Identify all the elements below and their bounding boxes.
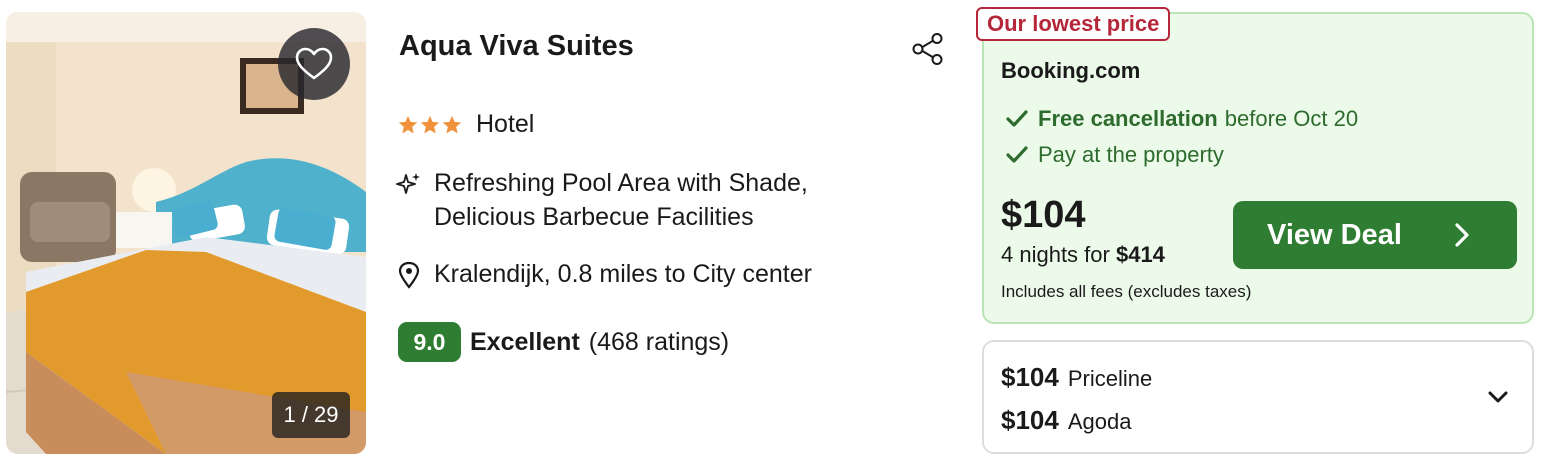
property-type: Hotel bbox=[476, 110, 535, 138]
view-deal-button[interactable]: View Deal bbox=[1233, 201, 1517, 269]
check-icon bbox=[1006, 146, 1028, 163]
share-button[interactable] bbox=[910, 32, 946, 66]
perk-bold-text: Free cancellation bbox=[1038, 106, 1218, 131]
heart-icon bbox=[295, 47, 333, 80]
alt-price: $104 bbox=[1001, 405, 1059, 435]
alt-price-row[interactable]: $104 Agoda bbox=[1001, 405, 1131, 436]
star-icon bbox=[442, 115, 462, 133]
view-deal-label: View Deal bbox=[1267, 218, 1402, 251]
nightly-price: $104 bbox=[1001, 194, 1086, 236]
location-row: Kralendijk, 0.8 miles to City center bbox=[398, 260, 812, 289]
alt-provider: Priceline bbox=[1067, 366, 1153, 391]
feature-text: Refreshing Pool Area with Shade, Delicio… bbox=[434, 169, 808, 231]
rating-count: (468 ratings) bbox=[588, 327, 730, 356]
other-prices-dropdown[interactable]: $104 Priceline $104 Agoda bbox=[982, 340, 1534, 454]
alt-provider: Agoda bbox=[1067, 409, 1132, 434]
rating-score-badge: 9.0 bbox=[398, 322, 461, 362]
perk-free-cancellation: Free cancellation before Oct 20 bbox=[1006, 106, 1358, 132]
photo-counter: 1 / 29 bbox=[272, 392, 350, 438]
alt-price-row[interactable]: $104 Priceline bbox=[1001, 362, 1152, 393]
total-price: $414 bbox=[1115, 242, 1165, 267]
nights-label: 4 nights for bbox=[1001, 242, 1110, 267]
perk-text: Pay at the property bbox=[1038, 142, 1224, 167]
fees-note: Includes all fees (excludes taxes) bbox=[1001, 282, 1252, 301]
hotel-name[interactable]: Aqua Viva Suites bbox=[399, 30, 634, 63]
best-deal-card: Booking.com Free cancellation before Oct… bbox=[982, 12, 1534, 324]
chevron-down-icon[interactable] bbox=[1487, 389, 1509, 405]
total-price-line: 4 nights for $414 bbox=[1001, 242, 1165, 268]
rating-row: 9.0 Excellent (468 ratings) bbox=[398, 322, 729, 362]
perk-detail-text: before Oct 20 bbox=[1224, 106, 1359, 131]
star-icon bbox=[420, 115, 440, 133]
map-pin-icon bbox=[398, 261, 420, 289]
share-icon bbox=[912, 33, 943, 65]
hotel-photo[interactable]: 1 / 29 bbox=[6, 12, 366, 454]
alt-price: $104 bbox=[1001, 362, 1059, 392]
location-text: Kralendijk, 0.8 miles to City center bbox=[434, 260, 812, 288]
check-icon bbox=[1006, 110, 1028, 127]
star-rating bbox=[398, 115, 462, 135]
favorite-button[interactable] bbox=[278, 28, 350, 100]
deal-provider: Booking.com bbox=[1001, 58, 1141, 83]
hotel-class-row: Hotel bbox=[398, 110, 534, 139]
rating-word: Excellent bbox=[470, 327, 580, 356]
star-icon bbox=[398, 115, 418, 133]
feature-row: Refreshing Pool Area with Shade, Delicio… bbox=[396, 166, 904, 234]
lowest-price-badge: Our lowest price bbox=[976, 7, 1171, 41]
perk-pay-at-property: Pay at the property bbox=[1006, 142, 1224, 168]
sparkle-icon bbox=[396, 173, 420, 194]
chevron-right-icon bbox=[1455, 223, 1469, 247]
